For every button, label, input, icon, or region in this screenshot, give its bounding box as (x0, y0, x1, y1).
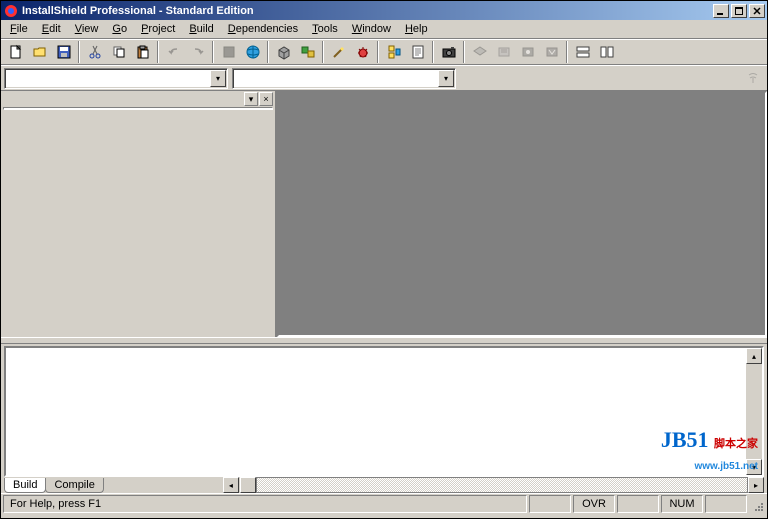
minimize-button[interactable] (713, 4, 729, 18)
watermark: JB51 脚本之家 www.jb51.net (661, 429, 758, 473)
menu-go[interactable]: Go (105, 21, 134, 37)
status-ovr: OVR (573, 495, 615, 513)
box-icon[interactable] (272, 41, 295, 63)
debug-icon[interactable] (351, 41, 374, 63)
chevron-down-icon[interactable]: ▾ (438, 70, 454, 87)
menu-dependencies[interactable]: Dependencies (221, 21, 305, 37)
toolbar (1, 39, 767, 65)
separator (432, 41, 434, 63)
globe-icon[interactable] (241, 41, 264, 63)
filter-icon[interactable] (741, 67, 764, 89)
separator (78, 41, 80, 63)
wizard-icon[interactable] (327, 41, 350, 63)
layer1-icon[interactable] (468, 41, 491, 63)
titlebar: InstallShield Professional - Standard Ed… (1, 1, 767, 20)
mdi-area[interactable] (277, 91, 767, 337)
copy-icon[interactable] (107, 41, 130, 63)
menu-tools[interactable]: Tools (305, 21, 345, 37)
menu-help[interactable]: Help (398, 21, 435, 37)
layer3-icon[interactable] (516, 41, 539, 63)
tile-horiz-icon[interactable] (571, 41, 594, 63)
separator (267, 41, 269, 63)
resize-grip[interactable] (749, 495, 765, 513)
save-icon[interactable] (52, 41, 75, 63)
left-pane: ▾ × (1, 91, 277, 337)
layer2-icon[interactable] (492, 41, 515, 63)
output-tabs-row: Build Compile ◂ ▸ (4, 477, 764, 493)
output-pane: ▴ ▾ JB51 脚本之家 www.jb51.net Build Compile… (1, 343, 767, 493)
registry-icon[interactable] (382, 41, 405, 63)
menu-window[interactable]: Window (345, 21, 398, 37)
status-num: NUM (661, 495, 703, 513)
redo-icon[interactable] (186, 41, 209, 63)
properties-icon[interactable] (406, 41, 429, 63)
separator (463, 41, 465, 63)
status-blank2 (617, 495, 659, 513)
chevron-down-icon[interactable]: ▾ (210, 70, 226, 87)
scroll-left-icon[interactable]: ◂ (223, 477, 239, 493)
undo-icon[interactable] (162, 41, 185, 63)
filterbar: ▾ ▾ (1, 65, 767, 91)
cut-icon[interactable] (83, 41, 106, 63)
scrollbar-horizontal[interactable] (256, 477, 748, 493)
scroll-thumb[interactable] (240, 477, 256, 493)
menu-build[interactable]: Build (182, 21, 220, 37)
menu-project[interactable]: Project (134, 21, 182, 37)
layer4-icon[interactable] (540, 41, 563, 63)
app-icon (3, 3, 19, 19)
close-button[interactable] (749, 4, 765, 18)
open-icon[interactable] (28, 41, 51, 63)
combo-left[interactable]: ▾ (4, 68, 228, 89)
separator (212, 41, 214, 63)
maximize-button[interactable] (731, 4, 747, 18)
tile-vert-icon[interactable] (595, 41, 618, 63)
tab-build[interactable]: Build (4, 478, 46, 493)
new-icon[interactable] (4, 41, 27, 63)
menu-view[interactable]: View (68, 21, 106, 37)
separator (566, 41, 568, 63)
statusbar: For Help, press F1 OVR NUM (1, 493, 767, 514)
tab-compile[interactable]: Compile (45, 478, 103, 493)
menu-file[interactable]: File (3, 21, 35, 37)
scroll-up-icon[interactable]: ▴ (746, 348, 762, 364)
pane-close-icon[interactable]: × (259, 92, 273, 106)
menubar: File Edit View Go Project Build Dependen… (1, 20, 767, 39)
separator (377, 41, 379, 63)
paste-icon[interactable] (131, 41, 154, 63)
menu-edit[interactable]: Edit (35, 21, 68, 37)
component-icon[interactable] (296, 41, 319, 63)
scroll-right-icon[interactable]: ▸ (748, 477, 764, 493)
pane-chevron-icon[interactable]: ▾ (244, 92, 258, 106)
output-text[interactable]: ▴ ▾ JB51 脚本之家 www.jb51.net (4, 346, 764, 477)
stop-icon[interactable] (217, 41, 240, 63)
separator (157, 41, 159, 63)
combo-right[interactable]: ▾ (232, 68, 456, 89)
tree-view[interactable] (1, 110, 275, 337)
status-blank3 (705, 495, 747, 513)
status-blank1 (529, 495, 571, 513)
camera-icon[interactable] (437, 41, 460, 63)
separator (322, 41, 324, 63)
pane-header: ▾ × (1, 91, 275, 107)
workspace: ▾ × (1, 91, 767, 337)
window-title: InstallShield Professional - Standard Ed… (22, 5, 713, 17)
status-help: For Help, press F1 (3, 495, 527, 513)
